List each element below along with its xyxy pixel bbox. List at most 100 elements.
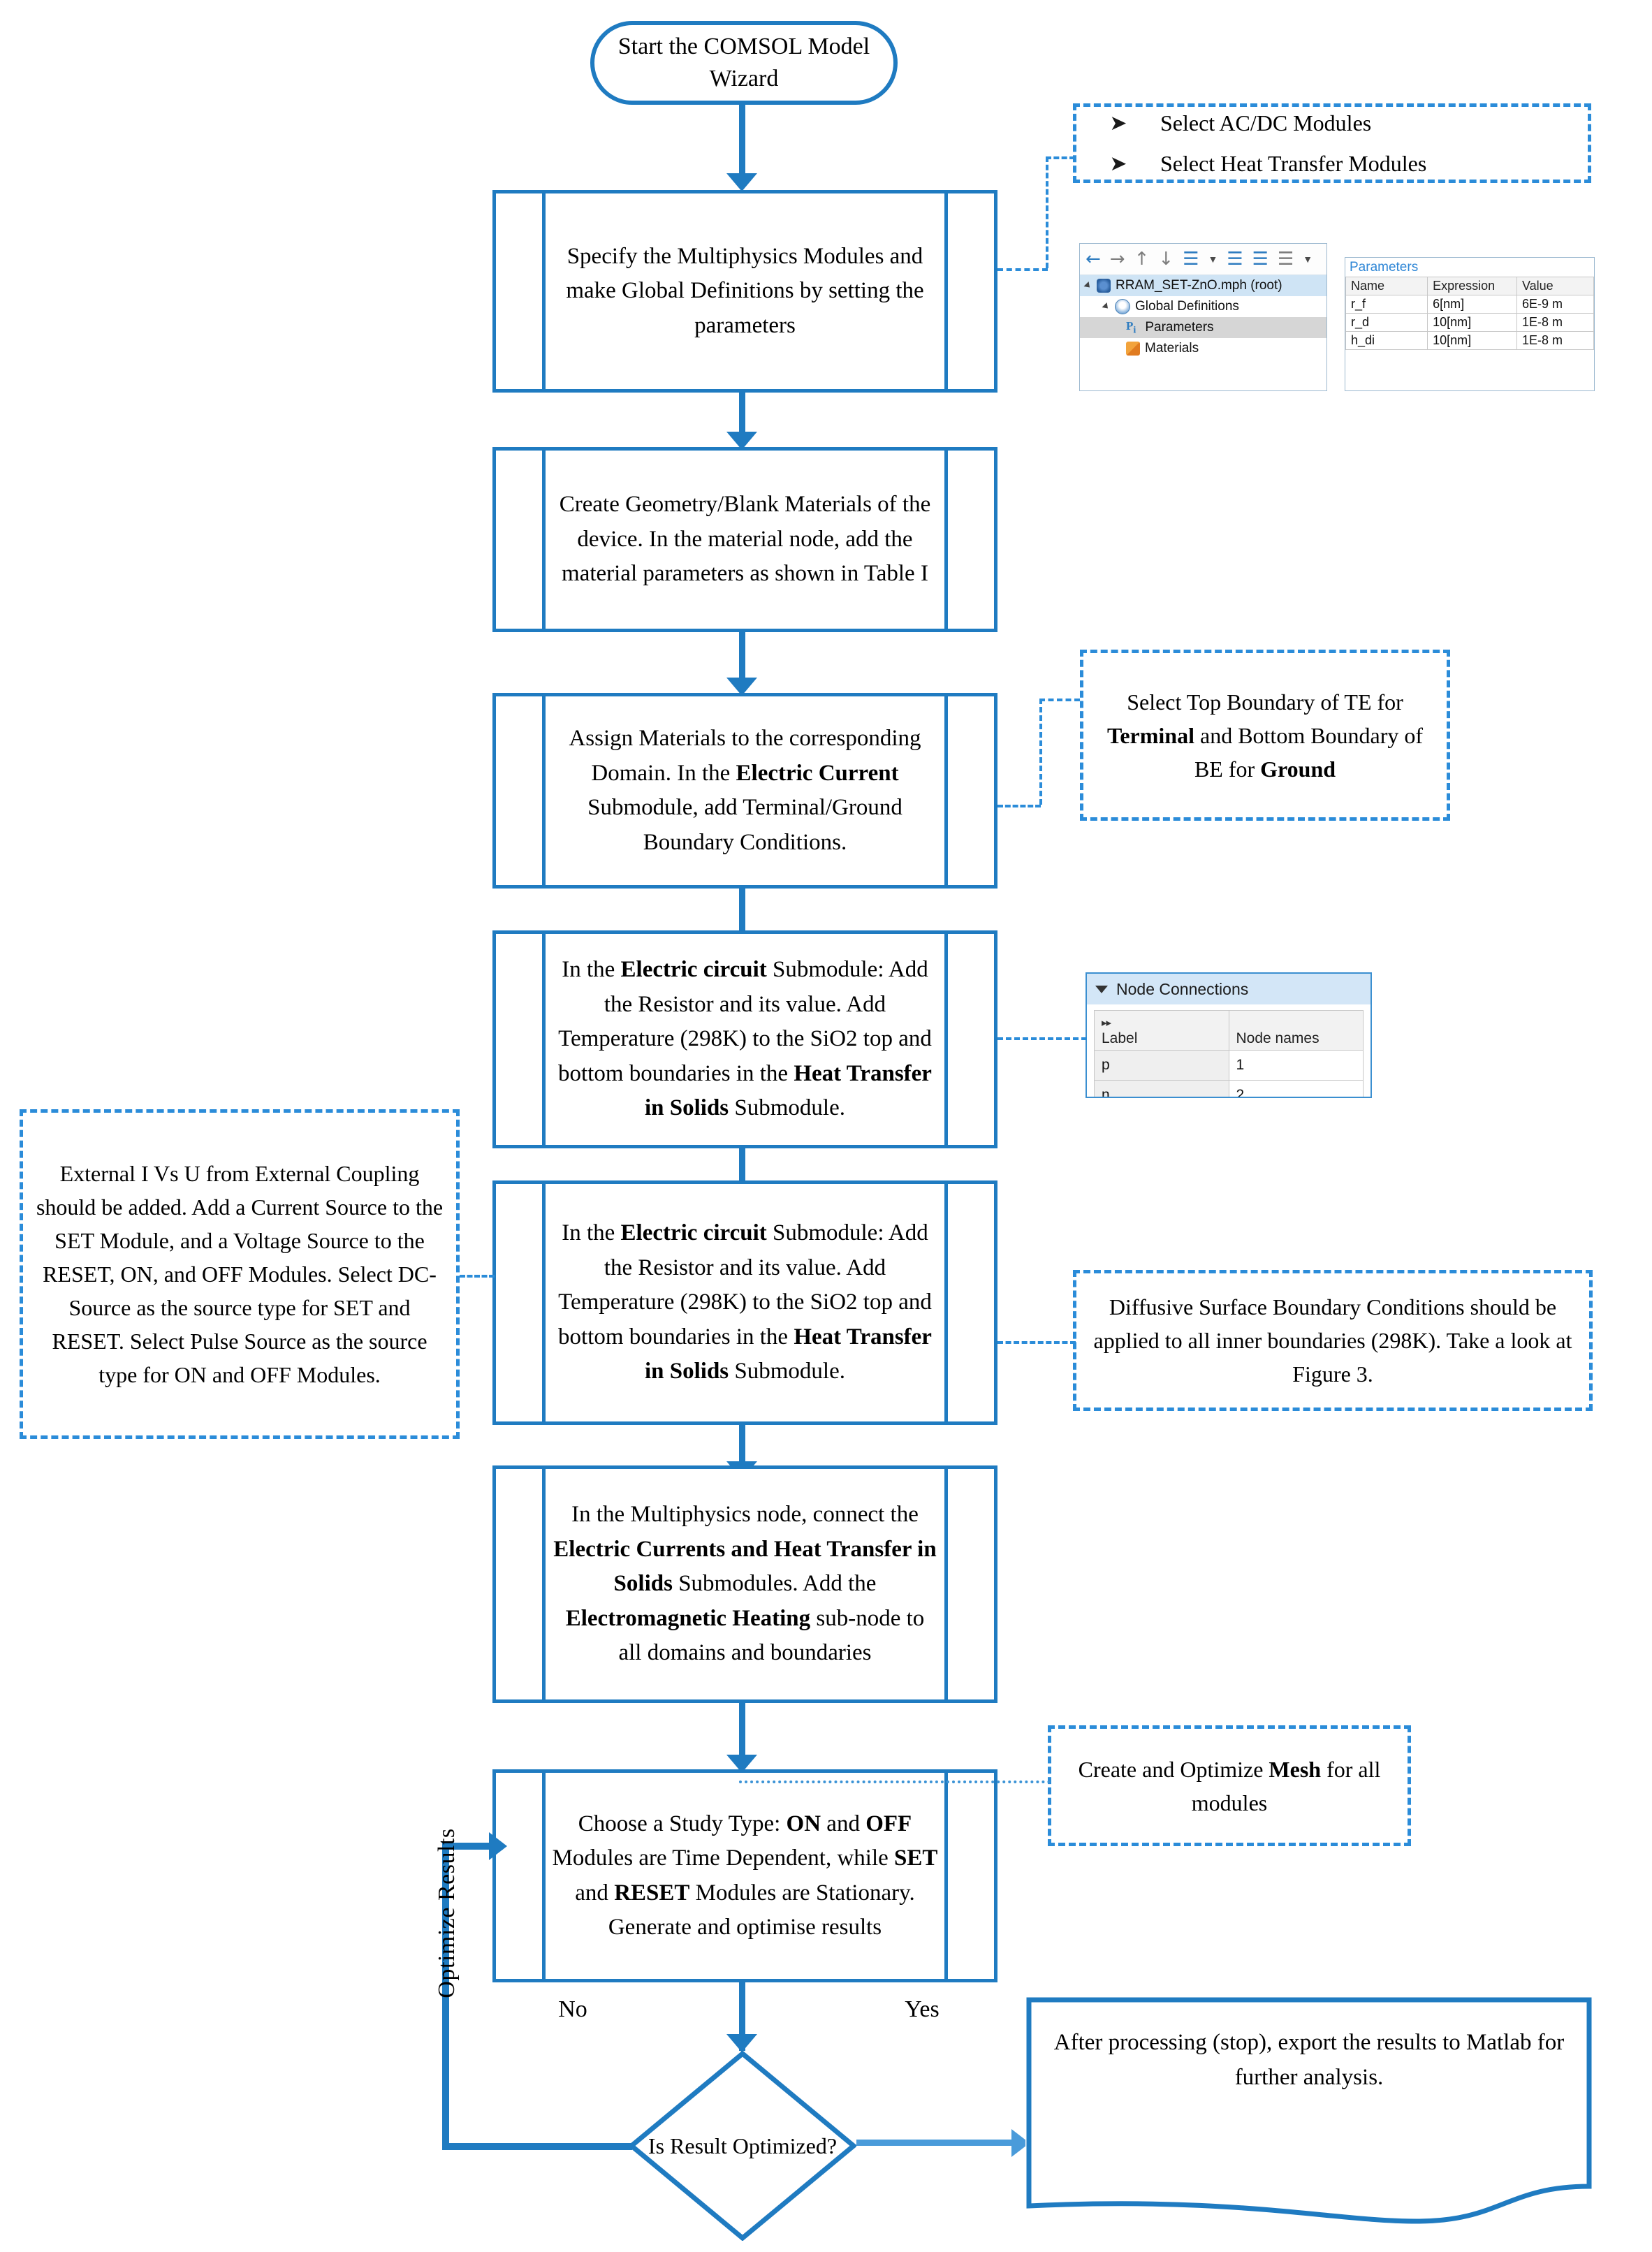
cell-expression: 6[nm] [1427, 295, 1517, 314]
step-study-type: Choose a Study Type: ON and OFF Modules … [492, 1769, 997, 1982]
caret-down-icon[interactable]: ▼ [1208, 254, 1218, 265]
note-diffusive-surface-text: Diffusive Surface Boundary Conditions sh… [1093, 1294, 1572, 1387]
cell-expression: 10[nm] [1427, 313, 1517, 332]
note-terminal-ground-connector-h1 [1039, 699, 1080, 701]
table-row[interactable]: r_f 6[nm] 6E-9 m [1345, 295, 1594, 314]
column-header-value: Value [1516, 277, 1594, 295]
arrow-left-icon[interactable]: ← [1086, 250, 1101, 268]
node-connections-header[interactable]: Node Connections [1087, 974, 1370, 1004]
step-assign-materials: Assign Materials to the corresponding Do… [492, 693, 997, 889]
node-connections-panel[interactable]: Node Connections ▸▸ Label Node names p 1… [1086, 972, 1372, 1098]
tree-row-root[interactable]: RRAM_SET-ZnO.mph (root) [1080, 275, 1326, 296]
table-row[interactable]: h_di 10[nm] 1E-8 m [1345, 331, 1594, 350]
tree-toolbar[interactable]: ← → ↑ ↓ ☰ ▼ ☰ ☰ ☰ ▼ [1080, 244, 1326, 275]
loop-label: Optimize Results [434, 1828, 460, 1998]
decision-no-label: No [558, 1996, 587, 2022]
list-item-label: Select AC/DC Modules [1160, 110, 1372, 136]
table-header-row: ▸▸ Label Node names [1094, 1010, 1364, 1051]
cell-node-name: 1 [1228, 1050, 1364, 1081]
sort-asc-icon[interactable]: ☰ [1227, 250, 1243, 268]
cell-name: r_f [1345, 295, 1428, 314]
note-create-mesh-text: Create and Optimize Mesh for all modules [1078, 1756, 1381, 1815]
list-item: ➤ Select Heat Transfer Modules [1076, 147, 1588, 180]
note-terminal-ground: Select Top Boundary of TE for Terminal a… [1080, 650, 1450, 821]
tree-row-label: Global Definitions [1135, 299, 1239, 314]
note-diffusive-surface: Diffusive Surface Boundary Conditions sh… [1073, 1270, 1593, 1411]
step-specify-modules: Specify the Multiphysics Modules and mak… [492, 190, 997, 393]
globe-icon [1115, 299, 1130, 314]
caret-down-icon[interactable] [1095, 985, 1108, 993]
table-row[interactable]: p 1 [1094, 1050, 1364, 1081]
step-assign-materials-label: Assign Materials to the corresponding Do… [569, 726, 921, 855]
tree-row-label: Parameters [1145, 320, 1214, 335]
list-icon[interactable]: ☰ [1278, 250, 1294, 268]
connector-step4-step5 [739, 1148, 745, 1180]
arrow-bullet-icon: ➤ [1109, 110, 1127, 136]
note-select-modules-list: ➤ Select AC/DC Modules ➤ Select Heat Tra… [1076, 92, 1588, 194]
column-header-name: Name [1345, 277, 1428, 295]
column-header-expression: Expression [1427, 277, 1517, 295]
arrowhead-step7-decision [726, 2034, 757, 2052]
table-header-row: Name Expression Value [1345, 277, 1594, 295]
column-header-node-names: Node names [1228, 1010, 1364, 1051]
step-multiphysics-label: In the Multiphysics node, connect the El… [553, 1502, 937, 1666]
table-row[interactable]: n 2 [1094, 1080, 1364, 1097]
note-external-coupling: External I Vs U from External Coupling s… [20, 1109, 460, 1439]
expander-icon[interactable] [1102, 302, 1111, 312]
arrow-bullet-icon: ➤ [1109, 151, 1127, 176]
note-create-mesh: Create and Optimize Mesh for all modules [1048, 1725, 1411, 1846]
connector-start-step1 [739, 105, 745, 182]
cell-label: n [1094, 1080, 1229, 1097]
note-select-modules: ➤ Select AC/DC Modules ➤ Select Heat Tra… [1073, 103, 1591, 183]
cell-value: 1E-8 m [1516, 313, 1594, 332]
list-item-label: Select Heat Transfer Modules [1160, 151, 1427, 176]
double-chevron-icon: ▸▸ [1102, 1017, 1111, 1029]
decision-yes-label: Yes [905, 1996, 940, 2022]
tree-row-materials[interactable]: Materials [1080, 338, 1326, 359]
parameters-icon: Pi [1126, 319, 1136, 336]
tree-row-global-definitions[interactable]: Global Definitions [1080, 296, 1326, 317]
loop-arrowhead [489, 1832, 507, 1860]
flowchart-page: Start the COMSOL Model Wizard Specify th… [0, 0, 1652, 2252]
materials-icon [1126, 342, 1140, 356]
node-connections-title: Node Connections [1116, 979, 1249, 998]
list-item: ➤ Select AC/DC Modules [1076, 106, 1588, 140]
parameters-panel[interactable]: Parameters Name Expression Value r_f 6[n… [1345, 257, 1595, 391]
arrow-down-icon[interactable]: ↓ [1158, 250, 1174, 268]
step-electric-circuit-2-label: In the Electric circuit Submodule: Add t… [558, 1220, 932, 1384]
node-connections-connector [997, 1037, 1087, 1040]
start-terminator-label: Start the COMSOL Model Wizard [617, 34, 870, 92]
note-create-mesh-connector [739, 1781, 1051, 1783]
comsol-model-tree[interactable]: ← → ↑ ↓ ☰ ▼ ☰ ☰ ☰ ▼ RRAM_SET-ZnO.mph (ro… [1079, 243, 1327, 391]
parameters-panel-title: Parameters [1350, 260, 1419, 275]
step-multiphysics: In the Multiphysics node, connect the El… [492, 1465, 997, 1703]
node-connections-table[interactable]: ▸▸ Label Node names p 1 n 2 [1094, 1010, 1364, 1097]
arrow-right-icon[interactable]: → [1110, 250, 1125, 268]
loop-label-wrap: Optimize Results [335, 1828, 559, 1998]
expander-icon[interactable] [1083, 281, 1092, 291]
caret-down-icon-2[interactable]: ▼ [1303, 254, 1313, 265]
arrow-up-icon[interactable]: ↑ [1134, 250, 1150, 268]
cell-expression: 10[nm] [1427, 331, 1517, 350]
sort-desc-icon[interactable]: ☰ [1252, 250, 1269, 268]
decision-is-result-optimized: Is Result Optimized? [629, 2051, 856, 2241]
parameters-table[interactable]: Name Expression Value r_f 6[nm] 6E-9 m r… [1345, 277, 1594, 350]
step-create-geometry: Create Geometry/Blank Materials of the d… [492, 447, 997, 632]
cell-value: 6E-9 m [1516, 295, 1594, 314]
step-create-geometry-label: Create Geometry/Blank Materials of the d… [559, 492, 931, 587]
collapse-icon[interactable]: ☰ [1183, 250, 1199, 268]
step-electric-circuit-1: In the Electric circuit Submodule: Add t… [492, 930, 997, 1148]
cell-name: h_di [1345, 331, 1428, 350]
tree-row-label: Materials [1145, 341, 1199, 356]
cell-label: p [1094, 1050, 1229, 1081]
note-terminal-ground-connector-h2 [997, 805, 1041, 807]
cell-name: r_d [1345, 313, 1428, 332]
final-document-shape: After processing (stop), export the resu… [1025, 1996, 1593, 2227]
table-row[interactable]: r_d 10[nm] 1E-8 m [1345, 313, 1594, 332]
decision-label: Is Result Optimized? [648, 2133, 838, 2158]
step-electric-circuit-2: In the Electric circuit Submodule: Add t… [492, 1180, 997, 1425]
final-document-label: After processing (stop), export the resu… [1053, 2030, 1565, 2090]
note-diffusive-surface-connector [997, 1341, 1076, 1344]
tree-row-parameters[interactable]: Pi Parameters [1080, 317, 1326, 338]
note-terminal-ground-text: Select Top Boundary of TE for Terminal a… [1106, 689, 1424, 782]
